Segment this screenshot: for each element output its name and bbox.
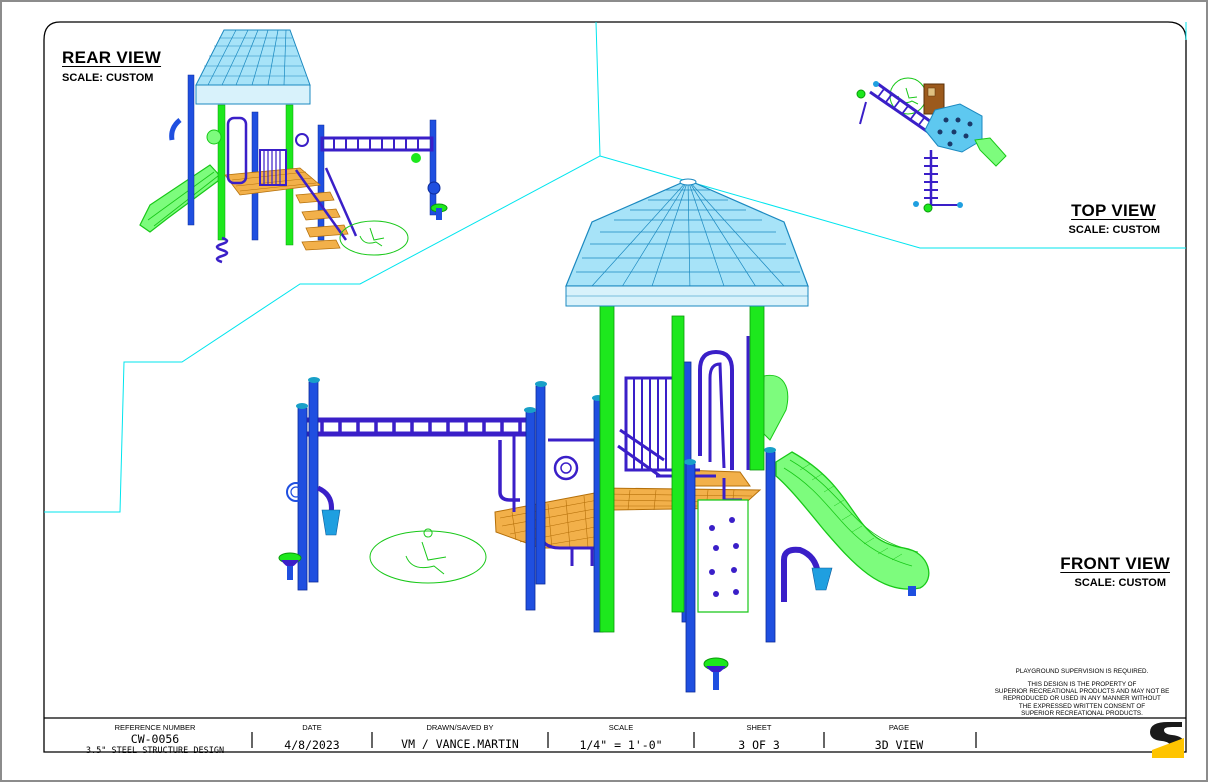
property-line: THIS DESIGN IS THE PROPERTY OF <box>1027 681 1137 688</box>
property-notice: THIS DESIGN IS THE PROPERTY OF SUPERIOR … <box>984 681 1180 717</box>
scale-value: 1/4" = 1'-0" <box>579 738 663 752</box>
front-view-drawing <box>278 178 930 693</box>
property-line: THE EXPRESSED WRITTEN CONSENT OF <box>1018 702 1146 710</box>
rear-view-drawing <box>139 29 448 264</box>
sheet-label: SHEET <box>746 723 772 732</box>
date-label: DATE <box>302 723 322 732</box>
page-value: 3D_VIEW <box>874 738 924 752</box>
top-view-title: TOP VIEW <box>1071 201 1156 220</box>
scale-label: SCALE <box>608 723 634 732</box>
front-view-scale: SCALE: CUSTOM <box>1074 577 1166 589</box>
top-view-drawing <box>856 77 1007 213</box>
supervision-note: PLAYGROUND SUPERVISION IS REQUIRED. <box>1015 668 1149 675</box>
property-line: REPRODUCED OR USED IN ANY MANNER WITHOUT <box>1003 695 1161 703</box>
date-value: 4/8/2023 <box>284 738 340 752</box>
monkey-bars <box>304 417 531 437</box>
property-line: SUPERIOR RECREATIONAL PRODUCTS. <box>1021 709 1143 717</box>
front-view-title: FRONT VIEW <box>1060 554 1170 573</box>
property-line: SUPERIOR RECREATIONAL PRODUCTS AND MAY N… <box>994 688 1170 696</box>
reference-number-label: REFERENCE NUMBER <box>114 723 196 732</box>
company-logo <box>1150 722 1184 758</box>
rear-view-scale: SCALE: CUSTOM <box>62 72 154 84</box>
reference-description: 3.5" STEEL STRUCTURE DESIGN <box>85 746 225 756</box>
drawing-sheet <box>0 0 1208 782</box>
top-view-scale: SCALE: CUSTOM <box>1068 224 1160 236</box>
drawn-by-label: DRAWN/SAVED BY <box>426 723 494 732</box>
rear-view-title: REAR VIEW <box>62 48 162 67</box>
drawn-by-value: VM / VANCE.MARTIN <box>401 737 519 751</box>
page-label: PAGE <box>888 723 910 732</box>
reference-number-value: CW-0056 <box>130 732 180 746</box>
sheet-value: 3 OF 3 <box>738 738 780 752</box>
